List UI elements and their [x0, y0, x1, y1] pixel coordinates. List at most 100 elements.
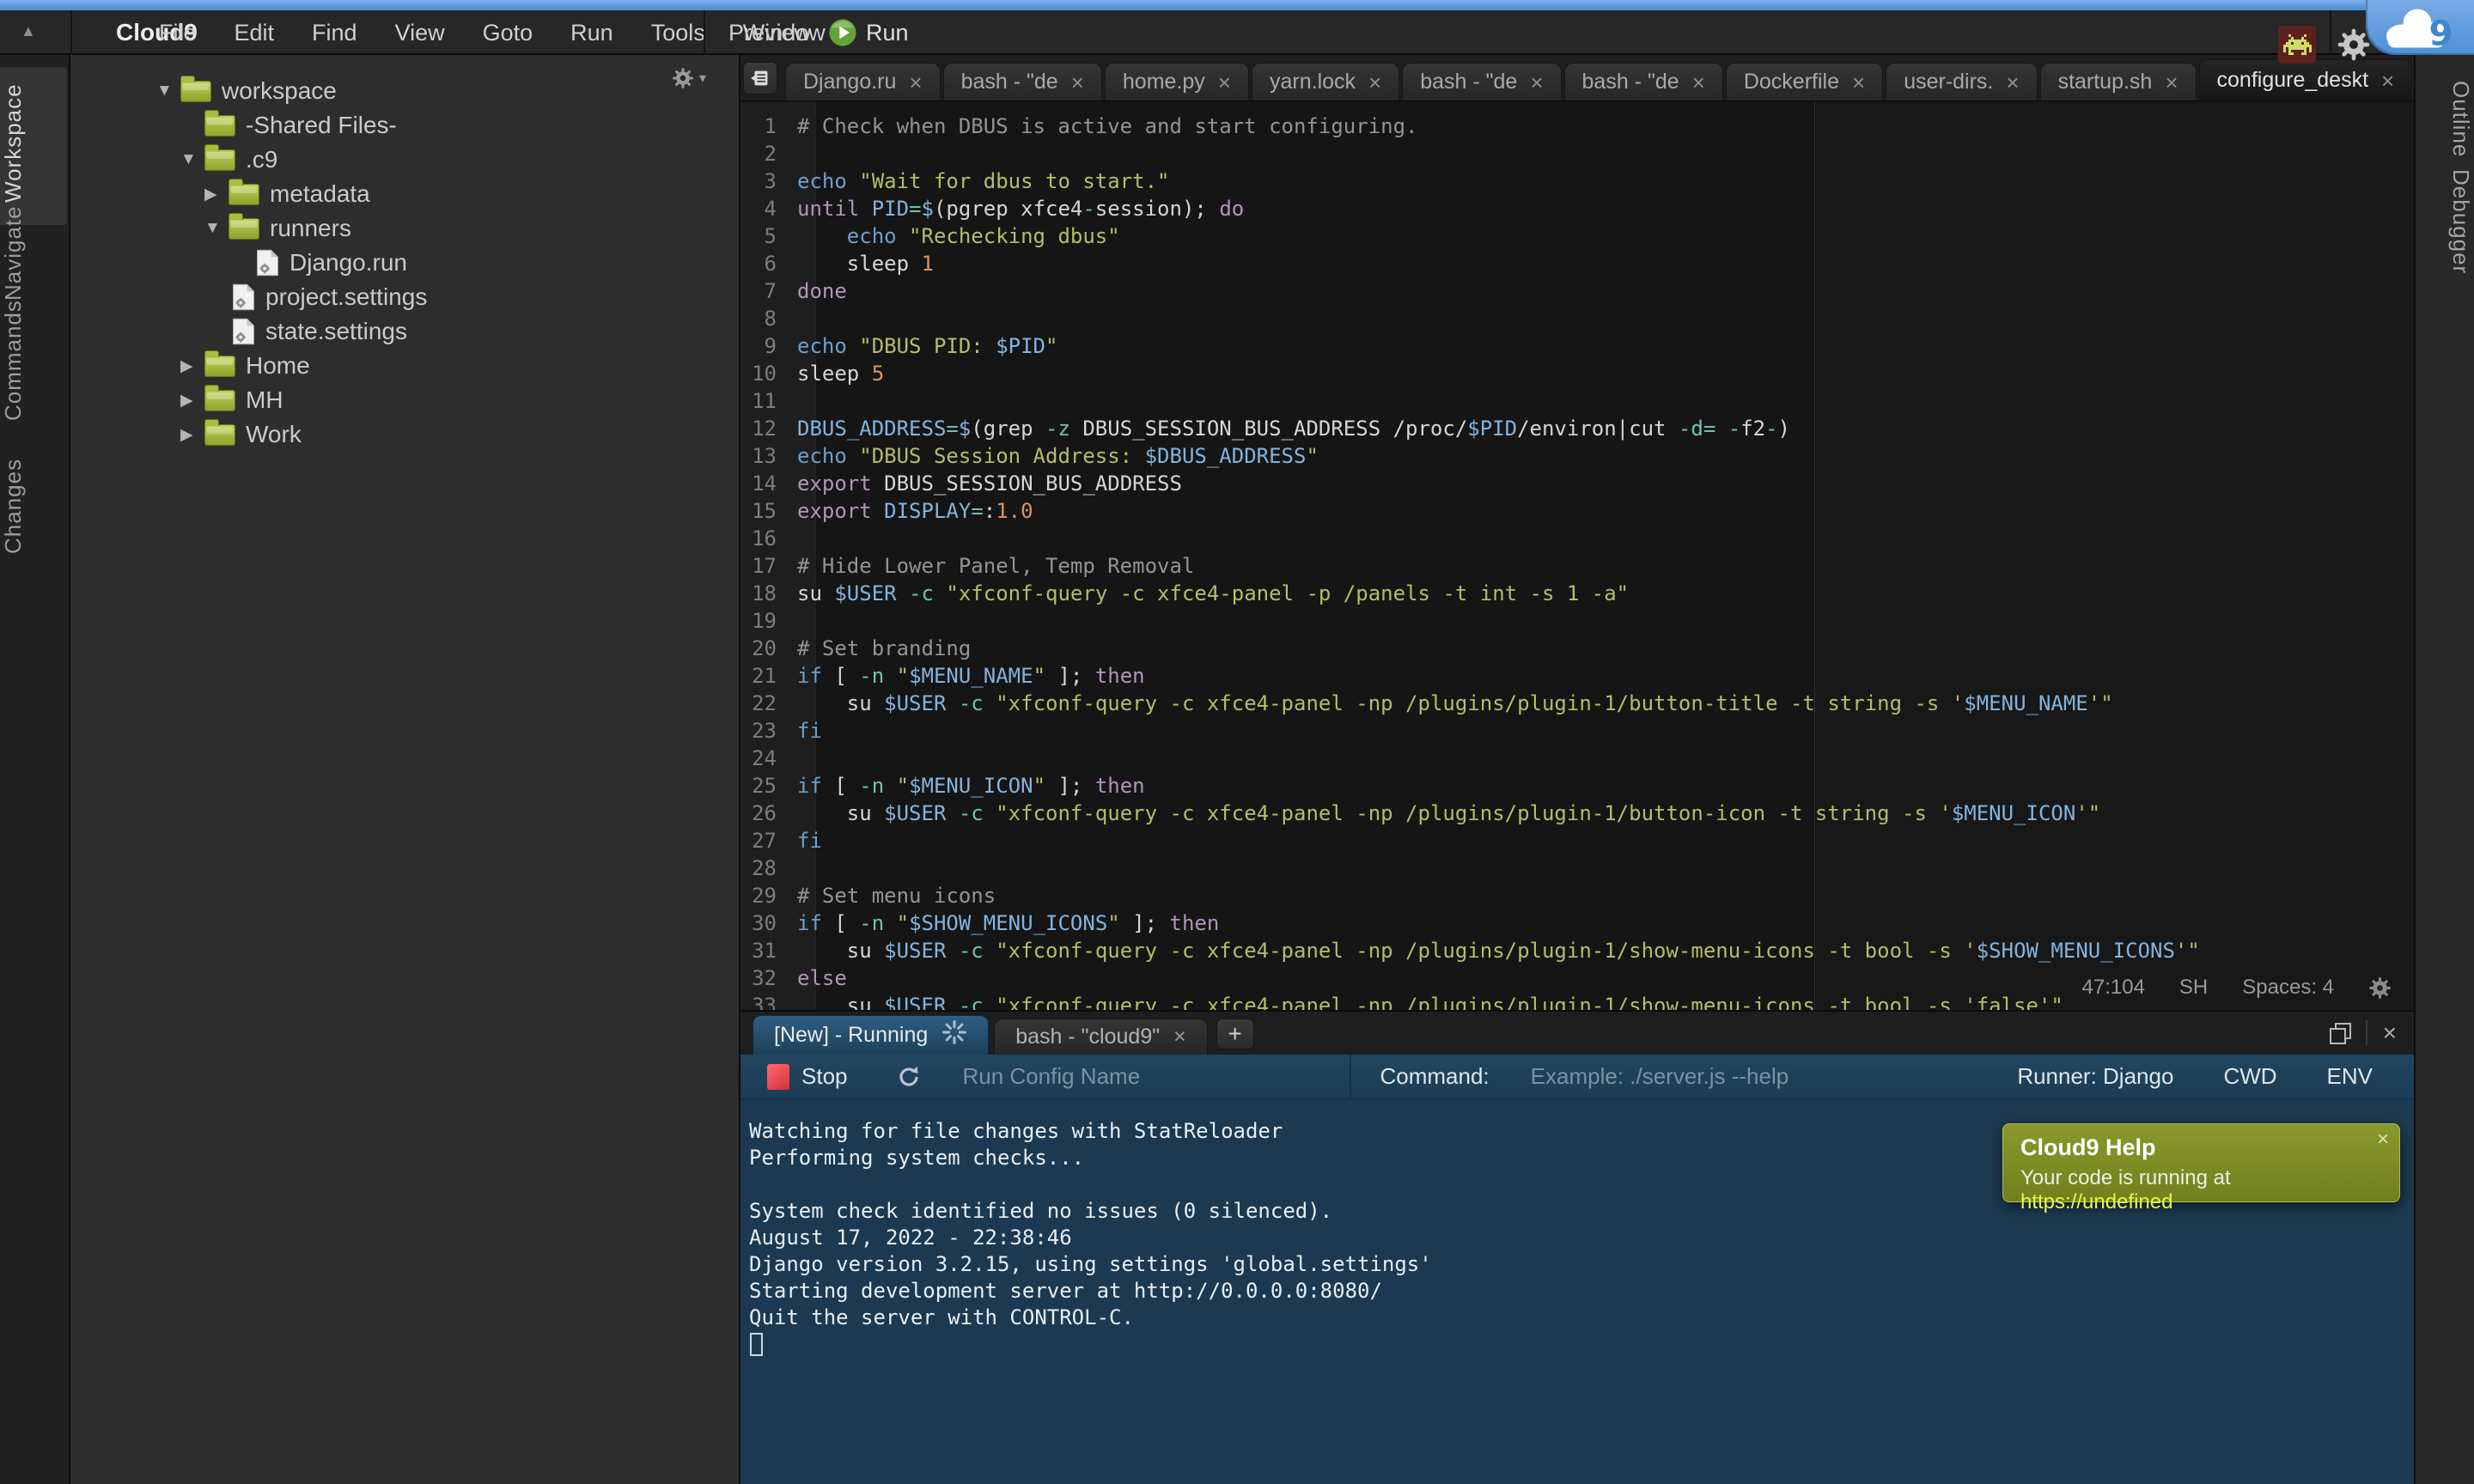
code-line: 5 echo "Rechecking dbus" — [740, 222, 2414, 250]
menu-run[interactable]: Run — [570, 20, 613, 46]
tree-collapse-arrow-icon[interactable]: ▶ — [180, 391, 204, 411]
spaces-setting[interactable]: Spaces: 4 — [2242, 976, 2334, 1000]
code-token: done — [797, 279, 847, 303]
editor-tab-bash-de[interactable]: bash - "de× — [1564, 63, 1723, 100]
code-token — [897, 581, 909, 605]
env-button[interactable]: ENV — [2327, 1063, 2373, 1090]
menu-view[interactable]: View — [395, 20, 445, 46]
close-icon[interactable]: × — [1692, 71, 1705, 94]
editor-tab-home-py[interactable]: home.py× — [1105, 63, 1249, 100]
runner-selector[interactable]: Runner: Django — [2017, 1063, 2173, 1090]
restart-icon[interactable] — [896, 1064, 922, 1090]
file-gear-icon — [232, 283, 255, 311]
menu-edit[interactable]: Edit — [235, 20, 275, 46]
close-icon[interactable]: × — [2381, 70, 2394, 92]
editor-tab-dockerfile[interactable]: Dockerfile× — [1726, 63, 1883, 100]
menu-goto[interactable]: Goto — [483, 20, 533, 46]
code-token: # Hide Lower Panel, Temp Removal — [797, 554, 1194, 578]
preview-button[interactable]: Preview — [728, 10, 811, 55]
tree-item-home[interactable]: ▶Home — [70, 349, 739, 383]
close-icon[interactable]: × — [2006, 71, 2019, 94]
report-bug-button[interactable] — [2278, 26, 2316, 64]
editor-tab-startup-sh[interactable]: startup.sh× — [2040, 63, 2197, 100]
close-icon[interactable]: × — [909, 71, 922, 94]
command-input[interactable]: Example: ./server.js --help — [1531, 1063, 1789, 1090]
tree-item-state-settings[interactable]: state.settings — [70, 314, 739, 349]
code-token: "Rechecking dbus" — [909, 224, 1120, 248]
menu-file[interactable]: File — [159, 20, 197, 46]
code-token: DISPLAY — [884, 499, 971, 523]
line-number: 31 — [740, 937, 797, 964]
console-tab--new-running[interactable]: [New] - Running — [753, 1015, 989, 1055]
tree-item-workspace[interactable]: ▼workspace — [70, 74, 739, 108]
code-token: -n — [859, 774, 884, 798]
line-number: 9 — [740, 332, 797, 360]
close-icon[interactable]: × — [1368, 71, 1381, 94]
tree-item--c9[interactable]: ▼ .c9 — [70, 143, 739, 177]
code-token: "xfconf-query -c xfce4-panel -p /panels … — [946, 581, 1629, 605]
stop-button[interactable] — [767, 1064, 789, 1090]
code-editor[interactable]: 1# Check when DBUS is active and start c… — [740, 102, 2414, 1010]
code-line: 29# Set menu icons — [740, 882, 2414, 909]
close-icon[interactable]: × — [1530, 71, 1543, 94]
editor-tab-bash-de[interactable]: bash - "de× — [943, 63, 1102, 100]
tab-list-icon — [750, 68, 771, 88]
menu-find[interactable]: Find — [312, 20, 357, 46]
menu-tools[interactable]: Tools — [651, 20, 705, 46]
tree-item--shared-files-[interactable]: -Shared Files- — [70, 108, 739, 143]
close-panel-icon[interactable]: × — [2383, 1021, 2397, 1045]
editor-tab-bash-de[interactable]: bash - "de× — [1402, 63, 1561, 100]
sidebar-tab-debugger[interactable]: Debugger — [2416, 180, 2474, 263]
run-config-name-input[interactable]: Run Config Name — [963, 1063, 1169, 1090]
sidebar-tab-commands[interactable]: Commands — [0, 324, 69, 398]
tree-item-mh[interactable]: ▶MH — [70, 383, 739, 417]
line-number: 7 — [740, 277, 797, 305]
editor-tab-user-dirs-[interactable]: user-dirs.× — [1886, 63, 2037, 100]
sidebar-tab-changes[interactable]: Changes — [0, 473, 69, 538]
editor-tab-django-ru[interactable]: Django.ru× — [785, 63, 941, 100]
tree-expand-arrow-icon[interactable]: ▼ — [204, 219, 229, 238]
sidebar-tab-navigate[interactable]: Navigate — [0, 221, 69, 286]
close-icon[interactable]: × — [1071, 71, 1084, 94]
tree-item-runners[interactable]: ▼runners — [70, 211, 739, 246]
console-tab-bash-cloud9-[interactable]: bash - "cloud9"× — [994, 1019, 1207, 1055]
tree-collapse-arrow-icon[interactable]: ▶ — [180, 425, 204, 445]
cursor-position[interactable]: 47:104 — [2082, 976, 2145, 1000]
tree-expand-arrow-icon[interactable]: ▼ — [180, 150, 204, 169]
tree-collapse-arrow-icon[interactable]: ▶ — [204, 185, 229, 204]
notification-close-icon[interactable]: × — [2377, 1129, 2389, 1150]
code-token: if — [797, 664, 822, 688]
collapse-panel-icon[interactable]: ▲ — [21, 22, 36, 40]
tab-list-button[interactable] — [743, 62, 777, 94]
code-line: 22 su $USER -c "xfconf-query -c xfce4-pa… — [740, 690, 2414, 717]
tree-item-label: .c9 — [246, 146, 277, 173]
syntax-mode[interactable]: SH — [2179, 976, 2208, 1000]
editor-tab-configure-deskt[interactable]: configure_deskt× — [2199, 59, 2413, 100]
code-line: 9echo "DBUS PID: $PID" — [740, 332, 2414, 360]
tree-item-django-run[interactable]: Django.run — [70, 246, 739, 280]
stop-button-label[interactable]: Stop — [801, 1063, 848, 1090]
new-console-tab-button[interactable]: + — [1216, 1019, 1254, 1049]
notification-link[interactable]: https://undefined — [2020, 1190, 2172, 1213]
close-icon[interactable]: × — [1852, 71, 1865, 94]
sidebar-tab-outline[interactable]: Outline — [2416, 86, 2474, 153]
close-icon[interactable]: × — [2165, 71, 2178, 94]
status-gear-icon[interactable] — [2368, 976, 2392, 1000]
close-icon[interactable]: × — [1173, 1025, 1186, 1049]
sidebar-tab-workspace[interactable]: Workspace — [0, 87, 69, 200]
close-icon[interactable]: × — [1218, 71, 1231, 94]
code-token: ) — [1778, 417, 1790, 441]
code-line: 15export DISPLAY=:1.0 — [740, 497, 2414, 525]
editor-tab-yarn-lock[interactable]: yarn.lock× — [1252, 63, 1399, 100]
tree-collapse-arrow-icon[interactable]: ▶ — [180, 356, 204, 376]
run-button[interactable]: Run — [828, 10, 909, 55]
tree-item-work[interactable]: ▶Work — [70, 417, 739, 452]
cwd-button[interactable]: CWD — [2223, 1063, 2276, 1090]
code-token: [ — [822, 911, 859, 935]
restore-panel-icon[interactable] — [2330, 1023, 2350, 1043]
tree-item-project-settings[interactable]: project.settings — [70, 280, 739, 314]
tree-item-metadata[interactable]: ▶metadata — [70, 177, 739, 211]
line-number: 25 — [740, 772, 797, 800]
tree-expand-arrow-icon[interactable]: ▼ — [156, 82, 180, 100]
code-token: -d= — [1679, 417, 1715, 441]
